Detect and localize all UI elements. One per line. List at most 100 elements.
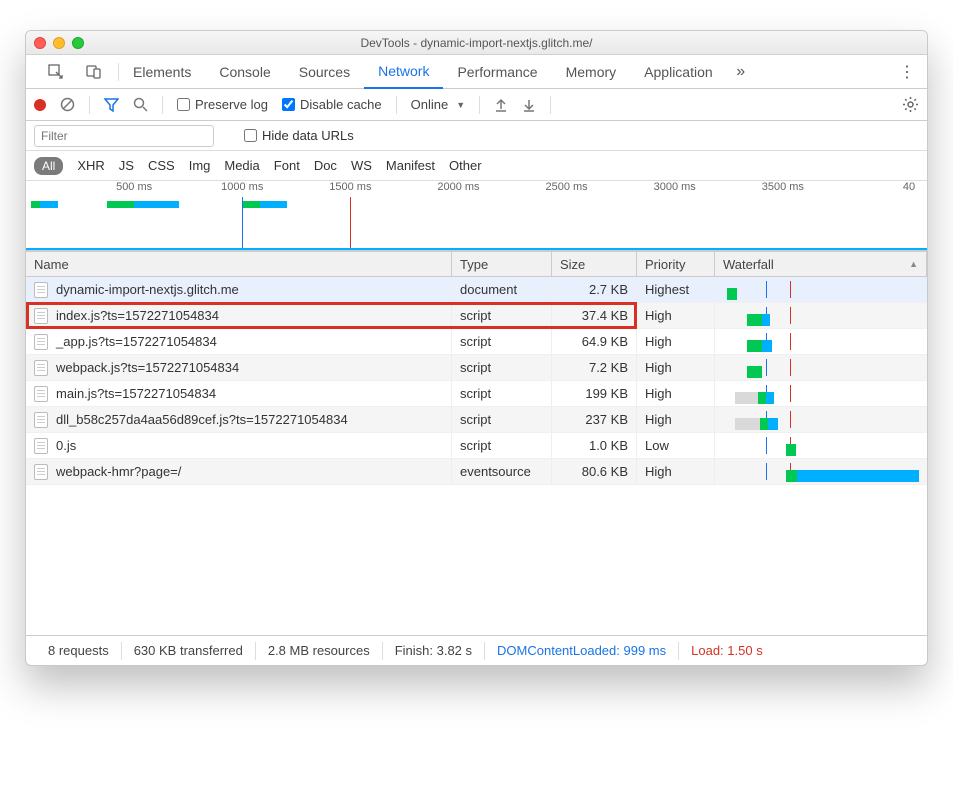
- row-waterfall: [715, 277, 927, 302]
- row-waterfall: [715, 459, 927, 484]
- row-priority: High: [637, 329, 715, 354]
- table-row[interactable]: 0.jsscript1.0 KBLow: [26, 433, 927, 459]
- table-row[interactable]: _app.js?ts=1572271054834script64.9 KBHig…: [26, 329, 927, 355]
- table-header: Name Type Size Priority Waterfall ▲: [26, 251, 927, 277]
- filter-bar: Hide data URLs: [26, 121, 927, 151]
- tab-memory[interactable]: Memory: [552, 55, 631, 89]
- file-icon: [34, 412, 48, 428]
- clear-icon[interactable]: [60, 97, 75, 112]
- row-name: webpack.js?ts=1572271054834: [56, 360, 239, 375]
- row-type: script: [452, 433, 552, 458]
- network-toolbar: Preserve log Disable cache Online ▼: [26, 89, 927, 121]
- row-type: script: [452, 329, 552, 354]
- tab-sources[interactable]: Sources: [285, 55, 364, 89]
- row-waterfall: [715, 381, 927, 406]
- timeline-tick: 500 ms: [116, 181, 152, 193]
- type-filter-font[interactable]: Font: [274, 158, 300, 173]
- row-priority: Low: [637, 433, 715, 458]
- type-filter-manifest[interactable]: Manifest: [386, 158, 435, 173]
- network-table-body: dynamic-import-nextjs.glitch.medocument2…: [26, 277, 927, 485]
- filter-icon[interactable]: [104, 98, 119, 112]
- devtools-window: DevTools - dynamic-import-nextjs.glitch.…: [25, 30, 928, 666]
- file-icon: [34, 360, 48, 376]
- tab-console[interactable]: Console: [205, 55, 284, 89]
- table-row[interactable]: webpack-hmr?page=/eventsource80.6 KBHigh: [26, 459, 927, 485]
- col-header-waterfall[interactable]: Waterfall ▲: [715, 252, 927, 276]
- tab-network[interactable]: Network: [364, 55, 443, 89]
- more-tabs-icon[interactable]: »: [727, 55, 755, 89]
- row-waterfall: [715, 329, 927, 354]
- table-row[interactable]: dll_b58c257da4aa56d89cef.js?ts=157227105…: [26, 407, 927, 433]
- row-size: 80.6 KB: [552, 459, 637, 484]
- type-filter-all[interactable]: All: [34, 157, 63, 175]
- settings-icon[interactable]: [902, 96, 919, 113]
- type-filter-doc[interactable]: Doc: [314, 158, 337, 173]
- table-row[interactable]: index.js?ts=1572271054834 script37.4 KBHi…: [26, 303, 927, 329]
- kebab-menu-icon[interactable]: ⋮: [893, 55, 921, 89]
- upload-har-icon[interactable]: [494, 98, 508, 112]
- tab-application[interactable]: Application: [630, 55, 727, 89]
- throttle-value: Online: [411, 97, 449, 112]
- status-bar: 8 requests 630 KB transferred 2.8 MB res…: [26, 635, 927, 665]
- status-dcl: DOMContentLoaded: 999 ms: [485, 643, 678, 658]
- timeline-tick: 2500 ms: [545, 181, 587, 193]
- type-filter-ws[interactable]: WS: [351, 158, 372, 173]
- status-load: Load: 1.50 s: [679, 643, 775, 658]
- row-size: 64.9 KB: [552, 329, 637, 354]
- row-name: 0.js: [56, 438, 76, 453]
- col-header-size[interactable]: Size: [552, 252, 637, 276]
- row-type: script: [452, 303, 552, 328]
- row-size: 199 KB: [552, 381, 637, 406]
- tab-elements[interactable]: Elements: [119, 55, 205, 89]
- type-filter-xhr[interactable]: XHR: [77, 158, 104, 173]
- row-priority: High: [637, 355, 715, 380]
- type-filter-bar: All XHR JS CSS Img Media Font Doc WS Man…: [26, 151, 927, 181]
- inspect-icon[interactable]: [42, 55, 70, 89]
- table-row[interactable]: webpack.js?ts=1572271054834script7.2 KBH…: [26, 355, 927, 381]
- col-header-type[interactable]: Type: [452, 252, 552, 276]
- row-waterfall: [715, 303, 927, 328]
- preserve-log-checkbox[interactable]: Preserve log: [177, 97, 268, 112]
- col-header-name[interactable]: Name: [26, 252, 452, 276]
- titlebar: DevTools - dynamic-import-nextjs.glitch.…: [26, 31, 927, 55]
- table-row[interactable]: main.js?ts=1572271054834script199 KBHigh: [26, 381, 927, 407]
- timeline-overview[interactable]: 500 ms1000 ms1500 ms2000 ms2500 ms3000 m…: [26, 181, 927, 251]
- dcl-line: [242, 197, 243, 250]
- timeline-tick: 3000 ms: [654, 181, 696, 193]
- hide-data-urls-checkbox[interactable]: Hide data URLs: [244, 128, 354, 143]
- status-finish: Finish: 3.82 s: [383, 643, 484, 658]
- type-filter-js[interactable]: JS: [119, 158, 134, 173]
- file-icon: [34, 334, 48, 350]
- row-type: script: [452, 407, 552, 432]
- file-icon: [34, 464, 48, 480]
- search-icon[interactable]: [133, 97, 148, 112]
- device-toggle-icon[interactable]: [80, 55, 108, 89]
- type-filter-img[interactable]: Img: [189, 158, 211, 173]
- col-header-priority[interactable]: Priority: [637, 252, 715, 276]
- window-title: DevTools - dynamic-import-nextjs.glitch.…: [26, 36, 927, 50]
- type-filter-css[interactable]: CSS: [148, 158, 175, 173]
- throttle-select[interactable]: Online ▼: [411, 97, 466, 112]
- disable-cache-checkbox[interactable]: Disable cache: [282, 97, 382, 112]
- row-priority: Highest: [637, 277, 715, 302]
- row-name: index.js?ts=1572271054834: [56, 308, 219, 323]
- row-type: script: [452, 381, 552, 406]
- type-filter-other[interactable]: Other: [449, 158, 482, 173]
- download-har-icon[interactable]: [522, 98, 536, 112]
- row-type: document: [452, 277, 552, 302]
- status-transferred: 630 KB transferred: [122, 643, 255, 658]
- row-name: dll_b58c257da4aa56d89cef.js?ts=157227105…: [56, 412, 348, 427]
- row-priority: High: [637, 303, 715, 328]
- preserve-log-label: Preserve log: [195, 97, 268, 112]
- row-priority: High: [637, 381, 715, 406]
- record-button[interactable]: [34, 99, 46, 111]
- row-priority: High: [637, 407, 715, 432]
- filter-input[interactable]: [34, 125, 214, 147]
- row-waterfall: [715, 433, 927, 458]
- row-size: 2.7 KB: [552, 277, 637, 302]
- load-line: [350, 197, 351, 250]
- table-row[interactable]: dynamic-import-nextjs.glitch.medocument2…: [26, 277, 927, 303]
- row-size: 37.4 KB: [552, 303, 637, 328]
- tab-performance[interactable]: Performance: [443, 55, 551, 89]
- type-filter-media[interactable]: Media: [224, 158, 259, 173]
